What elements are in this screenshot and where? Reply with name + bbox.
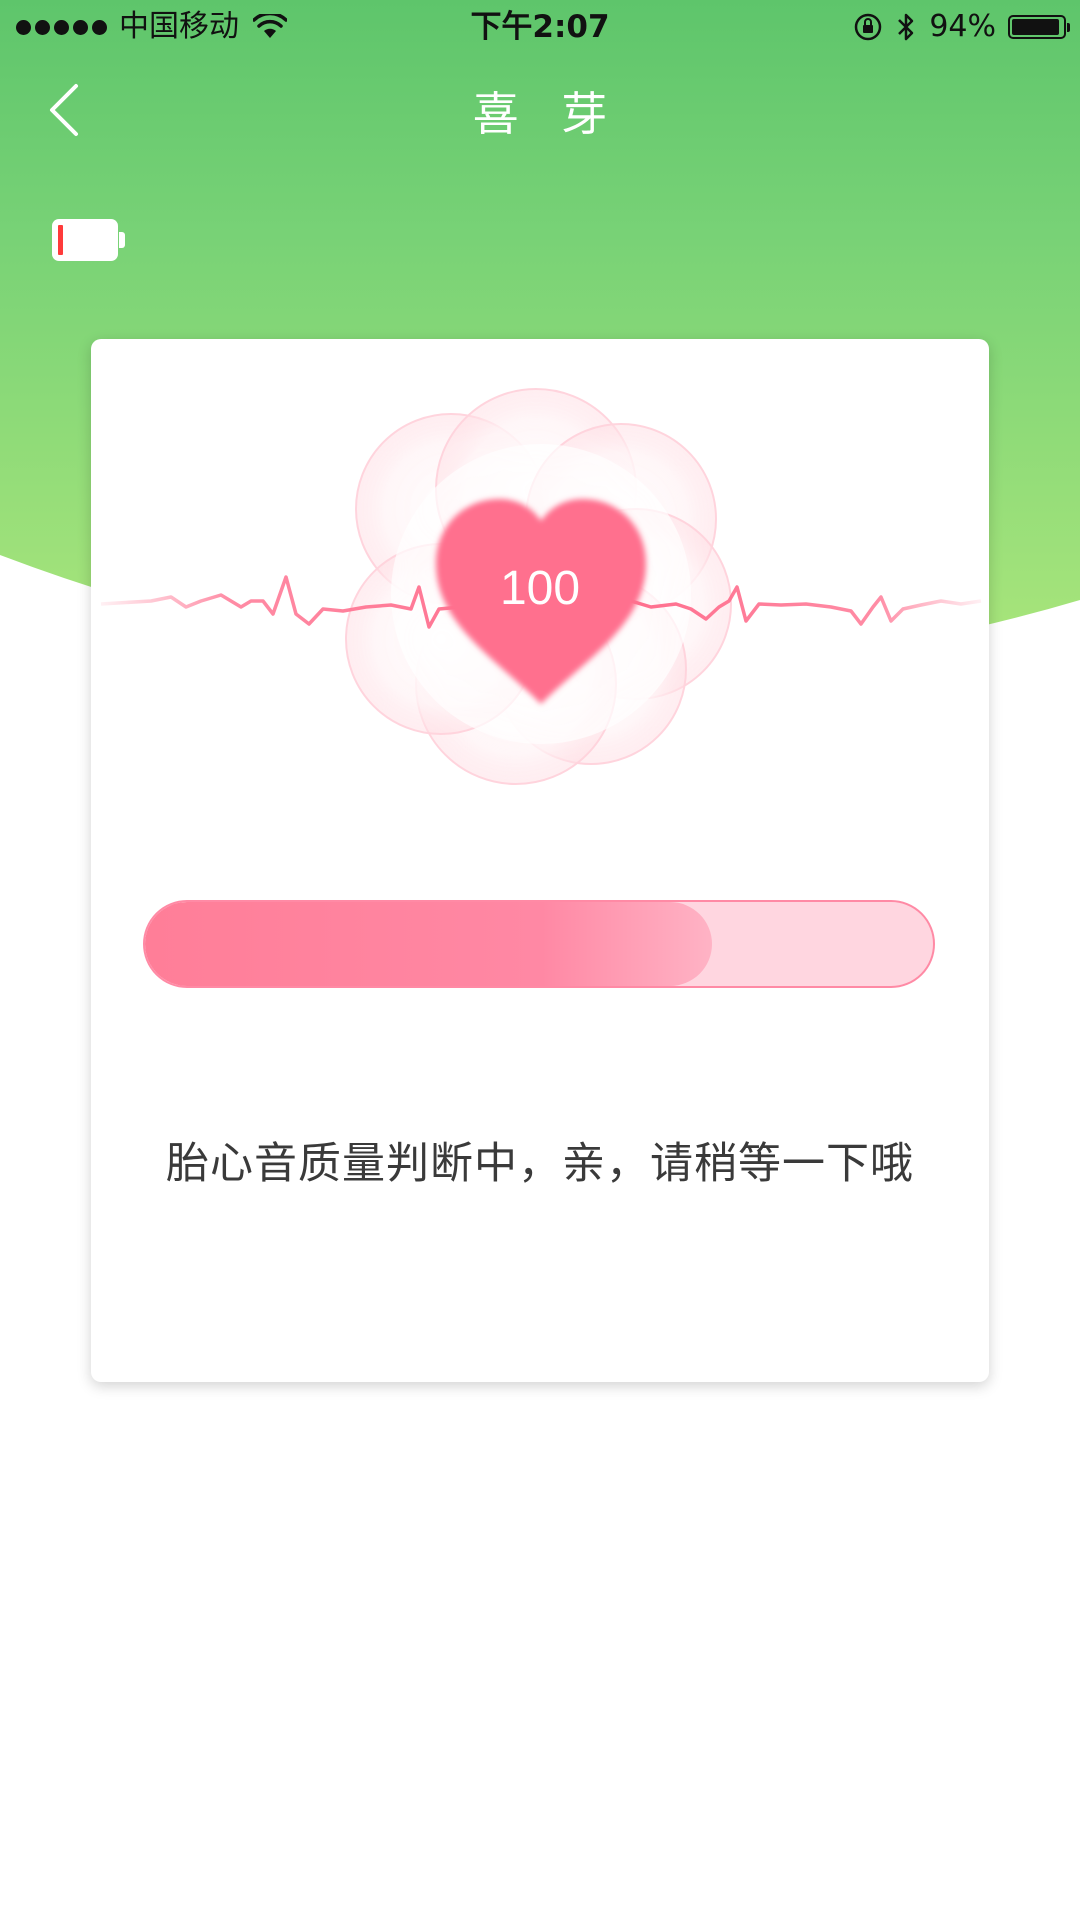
status-bar: 中国移动 下午2:07 94% xyxy=(0,0,1080,54)
battery-percentage: 94% xyxy=(929,9,996,44)
progress-bar xyxy=(143,900,935,988)
monitor-card: 100 胎心音质量判断中，亲，请稍等一下哦 xyxy=(91,339,989,1382)
progress-fill xyxy=(145,902,713,986)
heart-rate-value: 100 xyxy=(499,562,581,615)
battery-icon xyxy=(1008,15,1070,39)
analysis-status-message: 胎心音质量判断中，亲，请稍等一下哦 xyxy=(166,1139,914,1189)
bluetooth-icon xyxy=(898,13,914,41)
orientation-lock-icon xyxy=(855,13,882,41)
heartbeat-graphic: 100 xyxy=(91,339,989,819)
low-battery-icon xyxy=(52,219,125,261)
page-title: 喜 芽 xyxy=(472,87,622,141)
